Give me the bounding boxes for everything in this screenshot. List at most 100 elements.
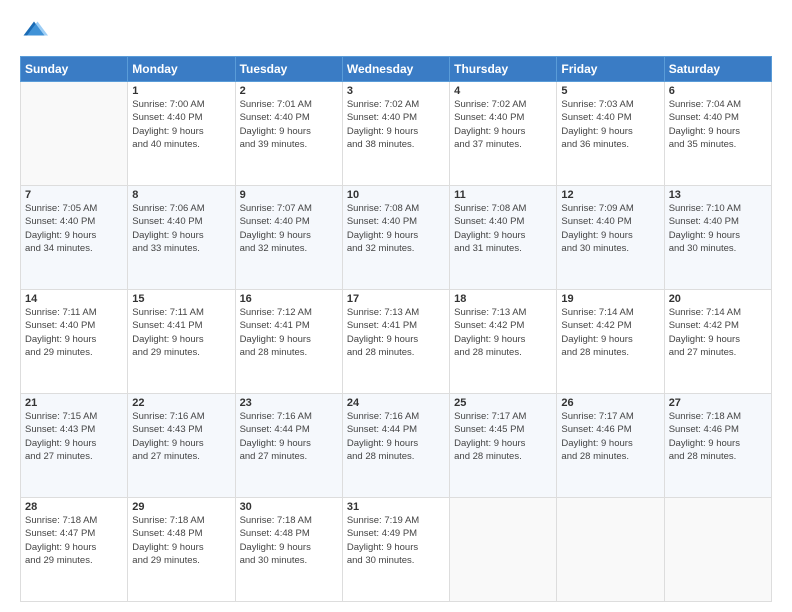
day-info: Sunrise: 7:11 AMSunset: 4:41 PMDaylight:… [132,306,230,359]
day-info: Sunrise: 7:06 AMSunset: 4:40 PMDaylight:… [132,202,230,255]
day-number: 3 [347,85,445,97]
day-number: 13 [669,189,767,201]
column-header-thursday: Thursday [450,57,557,82]
calendar-table: SundayMondayTuesdayWednesdayThursdayFrid… [20,56,772,602]
calendar-week-5: 28Sunrise: 7:18 AMSunset: 4:47 PMDayligh… [21,498,772,602]
day-info: Sunrise: 7:13 AMSunset: 4:41 PMDaylight:… [347,306,445,359]
day-number: 27 [669,397,767,409]
calendar-cell: 21Sunrise: 7:15 AMSunset: 4:43 PMDayligh… [21,394,128,498]
day-number: 22 [132,397,230,409]
calendar-cell: 28Sunrise: 7:18 AMSunset: 4:47 PMDayligh… [21,498,128,602]
logo [20,18,52,46]
day-info: Sunrise: 7:16 AMSunset: 4:43 PMDaylight:… [132,410,230,463]
calendar-cell: 2Sunrise: 7:01 AMSunset: 4:40 PMDaylight… [235,82,342,186]
day-info: Sunrise: 7:02 AMSunset: 4:40 PMDaylight:… [454,98,552,151]
calendar-cell [21,82,128,186]
calendar-cell: 16Sunrise: 7:12 AMSunset: 4:41 PMDayligh… [235,290,342,394]
day-info: Sunrise: 7:16 AMSunset: 4:44 PMDaylight:… [240,410,338,463]
calendar-cell: 29Sunrise: 7:18 AMSunset: 4:48 PMDayligh… [128,498,235,602]
calendar-week-3: 14Sunrise: 7:11 AMSunset: 4:40 PMDayligh… [21,290,772,394]
day-number: 18 [454,293,552,305]
day-info: Sunrise: 7:04 AMSunset: 4:40 PMDaylight:… [669,98,767,151]
calendar-cell: 11Sunrise: 7:08 AMSunset: 4:40 PMDayligh… [450,186,557,290]
calendar-cell: 10Sunrise: 7:08 AMSunset: 4:40 PMDayligh… [342,186,449,290]
day-info: Sunrise: 7:00 AMSunset: 4:40 PMDaylight:… [132,98,230,151]
calendar-cell: 17Sunrise: 7:13 AMSunset: 4:41 PMDayligh… [342,290,449,394]
day-number: 7 [25,189,123,201]
day-info: Sunrise: 7:08 AMSunset: 4:40 PMDaylight:… [454,202,552,255]
day-info: Sunrise: 7:01 AMSunset: 4:40 PMDaylight:… [240,98,338,151]
calendar-cell: 8Sunrise: 7:06 AMSunset: 4:40 PMDaylight… [128,186,235,290]
day-info: Sunrise: 7:11 AMSunset: 4:40 PMDaylight:… [25,306,123,359]
day-number: 24 [347,397,445,409]
day-number: 28 [25,501,123,513]
day-number: 4 [454,85,552,97]
calendar-cell: 31Sunrise: 7:19 AMSunset: 4:49 PMDayligh… [342,498,449,602]
day-number: 10 [347,189,445,201]
calendar-cell: 19Sunrise: 7:14 AMSunset: 4:42 PMDayligh… [557,290,664,394]
day-number: 8 [132,189,230,201]
calendar-cell: 5Sunrise: 7:03 AMSunset: 4:40 PMDaylight… [557,82,664,186]
day-number: 12 [561,189,659,201]
calendar-body: 1Sunrise: 7:00 AMSunset: 4:40 PMDaylight… [21,82,772,602]
calendar-cell: 13Sunrise: 7:10 AMSunset: 4:40 PMDayligh… [664,186,771,290]
day-number: 14 [25,293,123,305]
calendar-cell: 20Sunrise: 7:14 AMSunset: 4:42 PMDayligh… [664,290,771,394]
column-header-sunday: Sunday [21,57,128,82]
day-info: Sunrise: 7:03 AMSunset: 4:40 PMDaylight:… [561,98,659,151]
calendar-cell: 12Sunrise: 7:09 AMSunset: 4:40 PMDayligh… [557,186,664,290]
column-header-tuesday: Tuesday [235,57,342,82]
calendar-cell: 1Sunrise: 7:00 AMSunset: 4:40 PMDaylight… [128,82,235,186]
day-info: Sunrise: 7:08 AMSunset: 4:40 PMDaylight:… [347,202,445,255]
calendar-week-1: 1Sunrise: 7:00 AMSunset: 4:40 PMDaylight… [21,82,772,186]
day-number: 23 [240,397,338,409]
calendar-cell: 4Sunrise: 7:02 AMSunset: 4:40 PMDaylight… [450,82,557,186]
day-number: 9 [240,189,338,201]
day-info: Sunrise: 7:14 AMSunset: 4:42 PMDaylight:… [561,306,659,359]
day-number: 29 [132,501,230,513]
calendar-cell: 24Sunrise: 7:16 AMSunset: 4:44 PMDayligh… [342,394,449,498]
calendar-cell [450,498,557,602]
day-number: 1 [132,85,230,97]
day-info: Sunrise: 7:10 AMSunset: 4:40 PMDaylight:… [669,202,767,255]
column-header-monday: Monday [128,57,235,82]
day-info: Sunrise: 7:17 AMSunset: 4:45 PMDaylight:… [454,410,552,463]
column-header-wednesday: Wednesday [342,57,449,82]
day-info: Sunrise: 7:19 AMSunset: 4:49 PMDaylight:… [347,514,445,567]
calendar-cell: 18Sunrise: 7:13 AMSunset: 4:42 PMDayligh… [450,290,557,394]
day-number: 6 [669,85,767,97]
day-info: Sunrise: 7:09 AMSunset: 4:40 PMDaylight:… [561,202,659,255]
calendar-week-2: 7Sunrise: 7:05 AMSunset: 4:40 PMDaylight… [21,186,772,290]
column-header-friday: Friday [557,57,664,82]
day-info: Sunrise: 7:07 AMSunset: 4:40 PMDaylight:… [240,202,338,255]
calendar-cell: 26Sunrise: 7:17 AMSunset: 4:46 PMDayligh… [557,394,664,498]
day-info: Sunrise: 7:17 AMSunset: 4:46 PMDaylight:… [561,410,659,463]
logo-icon [20,18,48,46]
page-header [20,18,772,46]
column-header-saturday: Saturday [664,57,771,82]
calendar-cell: 25Sunrise: 7:17 AMSunset: 4:45 PMDayligh… [450,394,557,498]
calendar-cell: 3Sunrise: 7:02 AMSunset: 4:40 PMDaylight… [342,82,449,186]
header-row: SundayMondayTuesdayWednesdayThursdayFrid… [21,57,772,82]
calendar-cell: 23Sunrise: 7:16 AMSunset: 4:44 PMDayligh… [235,394,342,498]
day-info: Sunrise: 7:12 AMSunset: 4:41 PMDaylight:… [240,306,338,359]
day-info: Sunrise: 7:13 AMSunset: 4:42 PMDaylight:… [454,306,552,359]
day-number: 26 [561,397,659,409]
calendar-cell [557,498,664,602]
day-number: 21 [25,397,123,409]
day-number: 11 [454,189,552,201]
day-info: Sunrise: 7:18 AMSunset: 4:47 PMDaylight:… [25,514,123,567]
calendar-cell: 14Sunrise: 7:11 AMSunset: 4:40 PMDayligh… [21,290,128,394]
calendar-cell: 27Sunrise: 7:18 AMSunset: 4:46 PMDayligh… [664,394,771,498]
calendar-cell: 6Sunrise: 7:04 AMSunset: 4:40 PMDaylight… [664,82,771,186]
calendar-cell: 15Sunrise: 7:11 AMSunset: 4:41 PMDayligh… [128,290,235,394]
day-number: 2 [240,85,338,97]
day-info: Sunrise: 7:16 AMSunset: 4:44 PMDaylight:… [347,410,445,463]
day-info: Sunrise: 7:14 AMSunset: 4:42 PMDaylight:… [669,306,767,359]
calendar-cell [664,498,771,602]
day-info: Sunrise: 7:02 AMSunset: 4:40 PMDaylight:… [347,98,445,151]
day-number: 15 [132,293,230,305]
day-info: Sunrise: 7:18 AMSunset: 4:48 PMDaylight:… [240,514,338,567]
day-number: 16 [240,293,338,305]
day-number: 31 [347,501,445,513]
